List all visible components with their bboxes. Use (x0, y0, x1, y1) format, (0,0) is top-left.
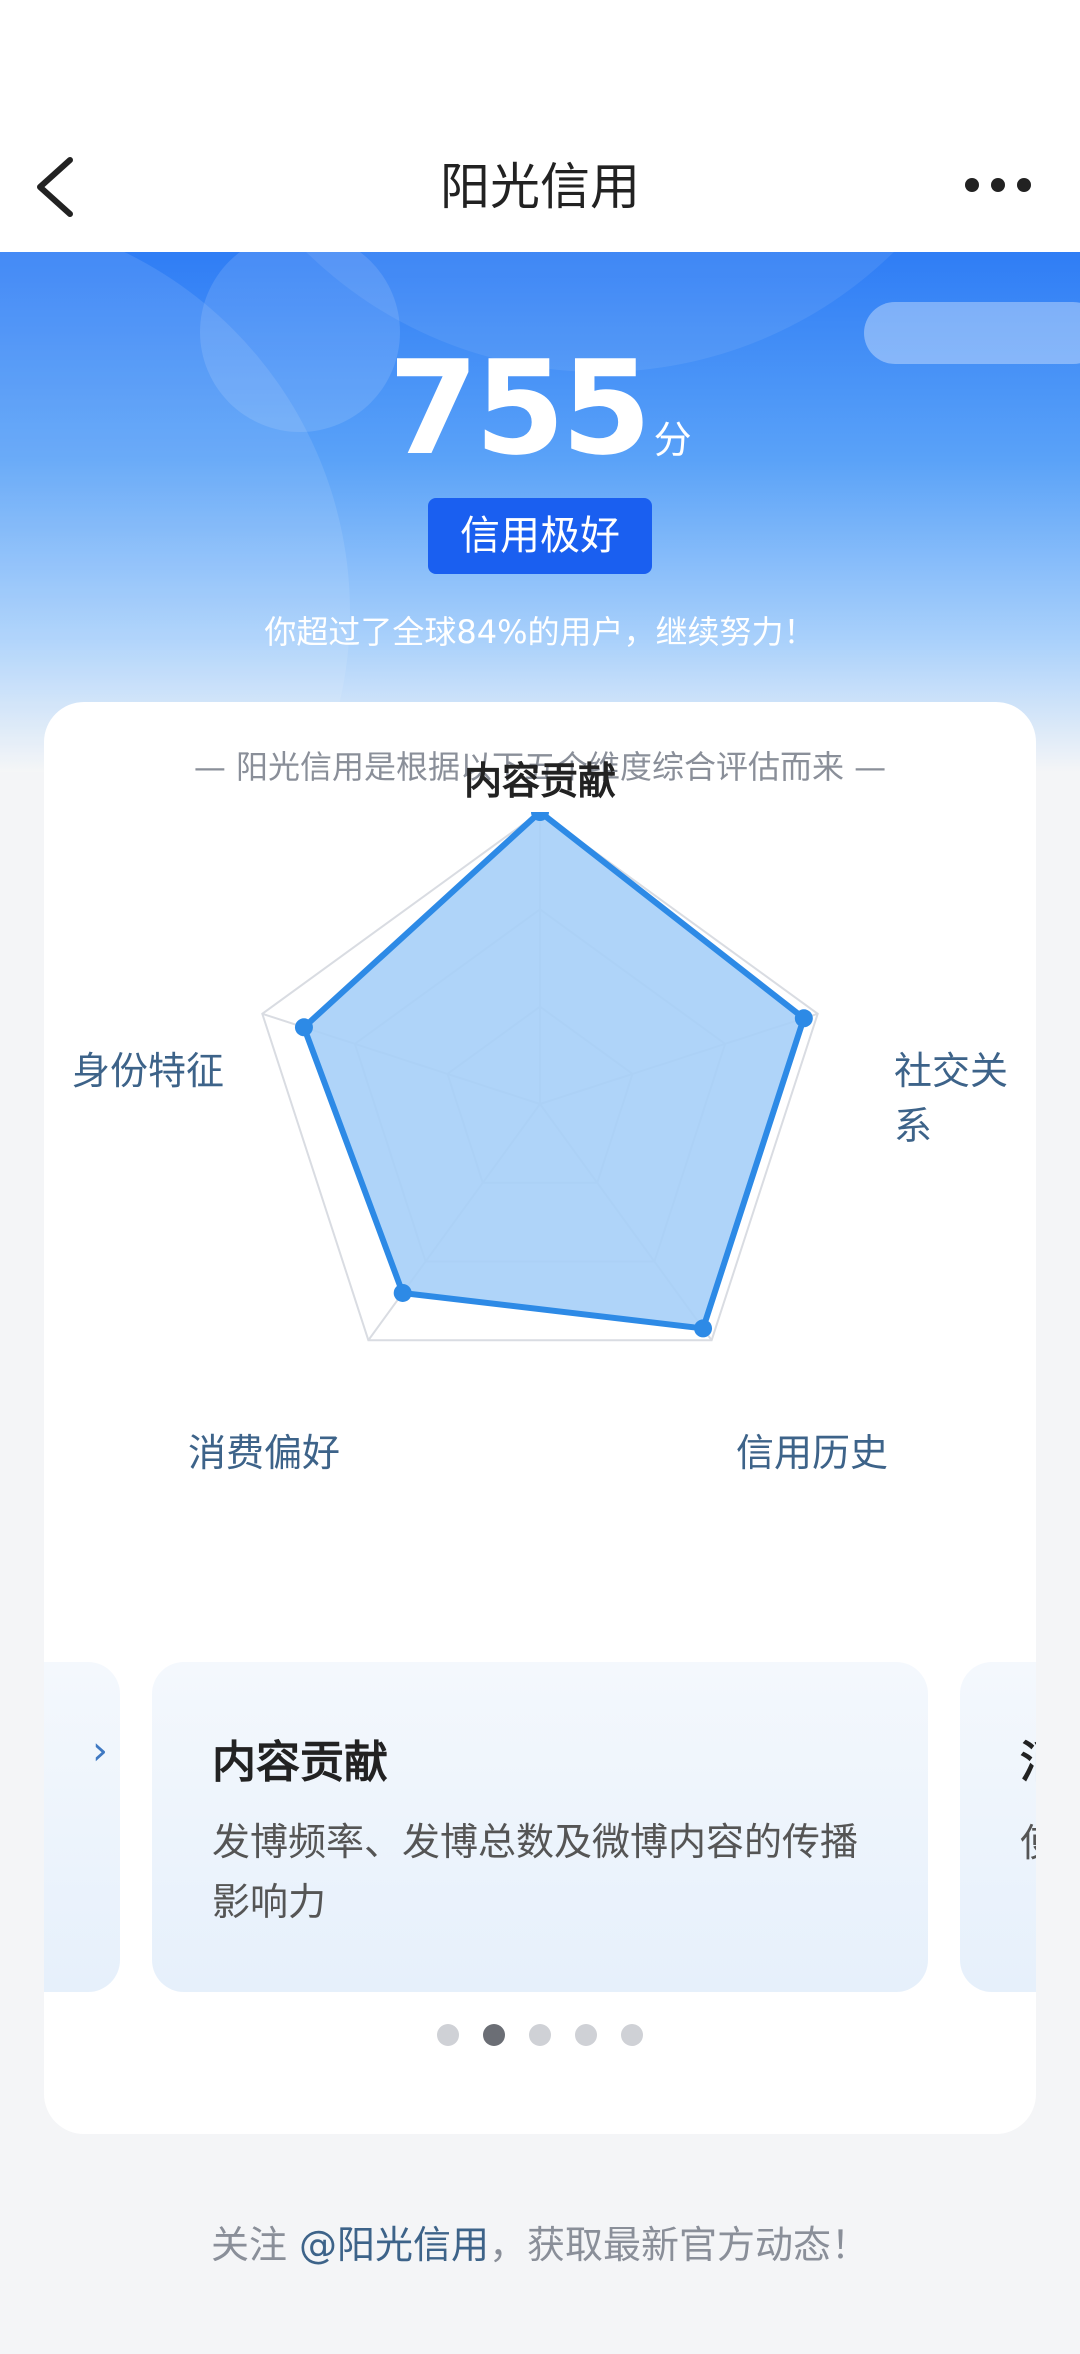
slide-description: 发博频率、发博总数及微博内容的传播影响力 (212, 1820, 859, 1924)
axis-label-content[interactable]: 内容贡献 (44, 750, 1036, 805)
carousel-dot[interactable] (575, 2024, 597, 2046)
carousel-dot-active[interactable] (483, 2024, 505, 2046)
more-icon[interactable] (958, 160, 1038, 210)
dimension-carousel[interactable]: › 内容贡献 发博频率、发博总数及微博内容的传播影响力 消 使 (44, 1662, 1036, 1992)
axis-label-social[interactable]: 社交关系 (894, 1040, 1036, 1150)
radar-value-area (300, 812, 807, 1332)
slide-title: 内容贡献 (212, 1737, 388, 1788)
carousel-dot[interactable] (437, 2024, 459, 2046)
score-hero: 755 分 信用极好 你超过了全球84%的用户，继续努力！ (0, 252, 1080, 772)
ranking-text: 你超过了全球84%的用户，继续努力！ (264, 613, 816, 651)
footer-prefix: 关注 (210, 2223, 300, 2267)
score-display: 755 分 (0, 332, 1080, 484)
dimensions-card: — 阳光信用是根据以下五个维度综合评估而来 — 内容贡献 社交关系 信用历史 消… (44, 702, 1036, 2134)
next-slide-description: 使 (1020, 1812, 1036, 1867)
axis-label-consumption[interactable]: 消费偏好 (188, 1422, 340, 1477)
carousel-current-slide[interactable]: 内容贡献 发博频率、发博总数及微博内容的传播影响力 (152, 1662, 928, 1992)
radar-point (393, 1283, 412, 1302)
carousel-indicator (44, 2024, 1036, 2046)
page-title: 阳光信用 (440, 158, 640, 216)
radar-point (794, 1009, 813, 1028)
credit-level-badge: 信用极好 (428, 498, 652, 574)
carousel-next-slide[interactable]: 消 使 (960, 1662, 1036, 1992)
radar-point (694, 1319, 713, 1338)
top-bar: 阳光信用 (0, 0, 1080, 252)
score-value: 755 (388, 332, 651, 484)
footer-text: 关注 @阳光信用，获取最新官方动态！ (0, 2214, 1080, 2269)
carousel-dot[interactable] (621, 2024, 643, 2046)
carousel-prev-slide[interactable]: › (44, 1662, 120, 1992)
axis-label-credit-history[interactable]: 信用历史 (736, 1422, 888, 1477)
radar-point (294, 1018, 313, 1037)
axis-label-identity[interactable]: 身份特征 (72, 1040, 224, 1095)
chevron-right-icon: › (92, 1728, 108, 1774)
next-slide-title: 消 (1020, 1726, 1036, 1790)
carousel-dot[interactable] (529, 2024, 551, 2046)
official-account-link[interactable]: @阳光信用 (299, 2223, 489, 2267)
score-unit: 分 (653, 418, 692, 462)
footer-suffix: ，获取最新官方动态！ (489, 2223, 870, 2267)
